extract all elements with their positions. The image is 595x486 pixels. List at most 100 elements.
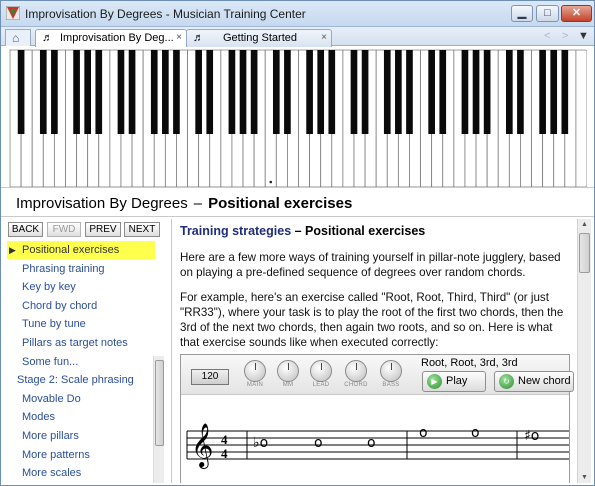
piano-keyboard-graphic[interactable] [10,50,587,188]
forward-button[interactable]: FWD [47,222,81,237]
black-key[interactable] [439,50,447,134]
nav-item-more-patterns[interactable]: More patterns [7,446,155,464]
content-scrollbar-thumb[interactable] [579,233,590,273]
black-key[interactable] [461,50,469,134]
minimize-button[interactable]: ▁ [511,5,533,22]
chord-volume-knob[interactable] [345,360,367,382]
black-key[interactable] [150,50,158,134]
black-key[interactable] [317,50,325,134]
black-key[interactable] [228,50,236,134]
nav-item-key-by-key[interactable]: Key by key [7,278,155,296]
black-key[interactable] [95,50,103,134]
treble-clef-icon: 𝄞 [191,423,213,469]
scroll-up-icon[interactable]: ▲ [581,221,588,228]
black-key[interactable] [239,50,247,134]
exercise-player: 120 MAIN MM LEAD CHORD BASS Root, Root, … [180,354,574,483]
black-key[interactable] [506,50,513,134]
content-scrollbar[interactable]: ▲ ▼ [577,219,591,483]
nav-item-label: More scales [22,467,82,480]
note-6: ♯o [524,428,539,444]
scroll-down-icon[interactable]: ▼ [581,474,588,481]
black-key[interactable] [162,50,169,134]
maximize-button[interactable]: □ [536,5,559,22]
nav-item-tune-by-tune[interactable]: Tune by tune [7,315,155,333]
tempo-display[interactable]: 120 [191,369,229,385]
music-note-icon: ♬ [42,32,53,44]
page-header: Improvisation By Degrees – Positional exer… [1,187,594,217]
black-key[interactable] [483,50,491,134]
black-key[interactable] [173,50,180,134]
black-key[interactable] [17,50,25,134]
black-key[interactable] [395,50,402,134]
training-strategies-link[interactable]: Training strategies [180,224,291,238]
nav-item-stage-2[interactable]: Stage 2: Scale phrasing [7,371,155,389]
nav-item-label: Key by key [22,281,76,294]
black-key[interactable] [39,50,47,134]
nav-item-pillars-as-target-notes[interactable]: Pillars as target notes [7,334,155,352]
play-label: Play [446,375,468,387]
next-button[interactable]: NEXT [124,222,160,237]
tab-scroll-left-icon[interactable]: < [544,30,550,42]
black-key[interactable] [128,50,136,134]
metronome-volume-knob[interactable] [277,360,299,382]
nav-item-more-pillars[interactable]: More pillars [7,427,155,445]
nav-item-some-fun[interactable]: Some fun... [7,353,155,371]
nav-item-chord-by-chord[interactable]: Chord by chord [7,297,155,315]
black-key[interactable] [195,50,202,134]
music-staff: 𝄞 4 4 ♭o o o o o ♯o [181,396,569,483]
black-key[interactable] [406,50,413,134]
black-key[interactable] [550,50,558,134]
main-volume-knob[interactable] [244,360,266,382]
nav-item-modes[interactable]: Modes [7,408,155,426]
black-key[interactable] [117,50,125,134]
tab-improvisation-by-degrees[interactable]: ♬ Improvisation By Deg... × [35,29,187,47]
nav-item-label: Tune by tune [22,318,86,331]
black-key[interactable] [250,50,258,134]
content-paragraph-1: Here are a few more ways of training you… [180,251,561,279]
page-title-dash: – [193,195,203,212]
lead-volume-knob[interactable] [310,360,332,382]
black-key[interactable] [350,50,358,134]
note-2: o [314,435,323,451]
back-button[interactable]: BACK [8,222,43,237]
black-key[interactable] [561,50,569,134]
black-key[interactable] [84,50,91,134]
nav-item-movable-do[interactable]: Movable Do [7,390,155,408]
tab-close-icon[interactable]: × [321,32,327,43]
black-key[interactable] [284,50,291,134]
music-note-icon: ♬ [193,32,204,44]
nav-item-positional-exercises[interactable]: ▶ Positional exercises [7,241,155,259]
content-paragraph-2: For example, here's an exercise called "… [180,291,564,349]
white-key[interactable] [575,50,587,188]
black-key[interactable] [206,50,214,134]
nav-scrollbar-thumb[interactable] [155,360,164,446]
nav-item-more-scales[interactable]: More scales [7,464,155,482]
black-key[interactable] [472,50,480,134]
home-tab[interactable]: ⌂ [5,29,31,46]
play-button[interactable]: ▶ Play [422,371,486,392]
nav-item-phrasing-training[interactable]: Phrasing training [7,260,155,278]
black-key[interactable] [328,50,336,134]
new-chord-button[interactable]: ↻ New chord [494,371,574,392]
bass-volume-knob[interactable] [380,360,402,382]
content-title-rest: – Positional exercises [291,224,426,238]
black-key[interactable] [272,50,280,134]
nav-scrollbar[interactable] [153,356,164,483]
black-key[interactable] [517,50,524,134]
black-key[interactable] [539,50,546,134]
tab-getting-started[interactable]: ♬ Getting Started × [186,29,332,47]
close-button[interactable]: ✕ [561,5,592,22]
black-key[interactable] [428,50,435,134]
black-key[interactable] [306,50,313,134]
black-key[interactable] [383,50,391,134]
black-key[interactable] [51,50,58,134]
black-key[interactable] [361,50,369,134]
note-4: o [419,425,428,441]
piano-keyboard[interactable] [9,49,587,188]
black-key[interactable] [73,50,80,134]
tab-close-icon[interactable]: × [176,32,182,43]
page-title-sub: Positional exercises [208,195,353,212]
prev-button[interactable]: PREV [85,222,121,237]
tab-menu-icon[interactable]: ▼ [578,30,589,42]
tab-scroll-right-icon[interactable]: > [562,30,568,42]
